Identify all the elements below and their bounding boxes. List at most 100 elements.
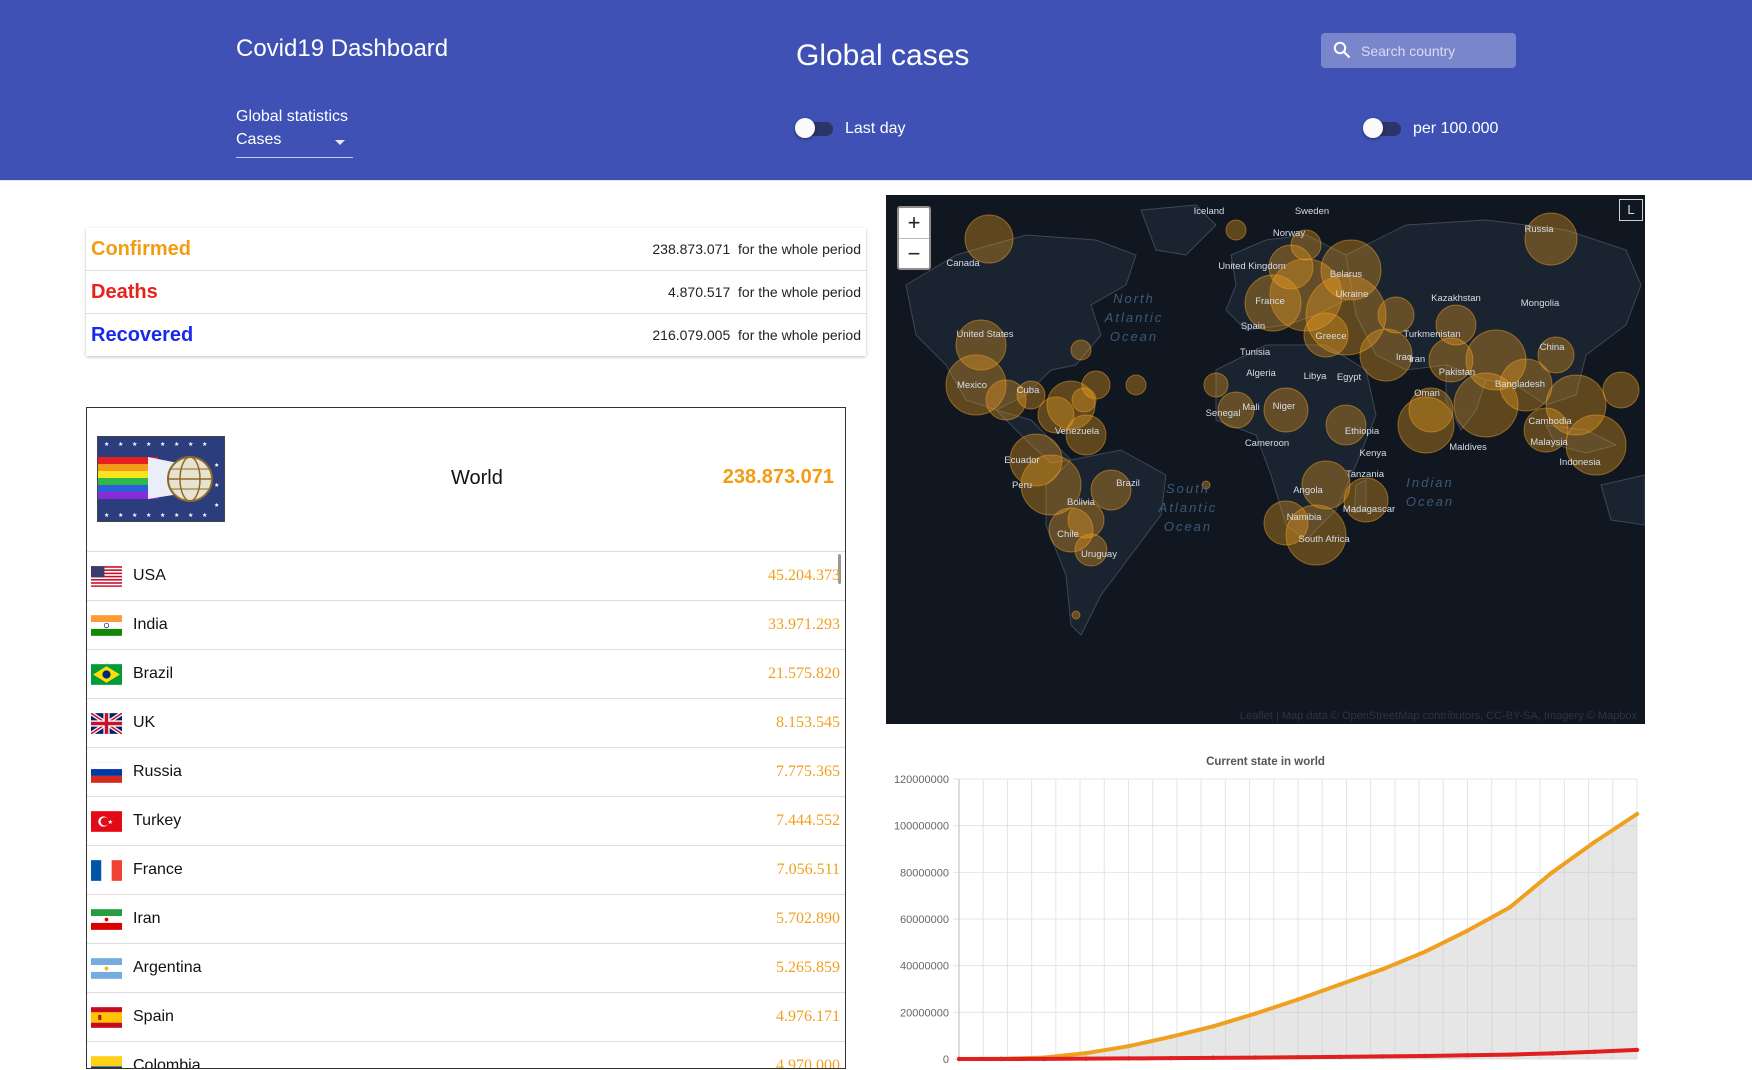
country-row-india[interactable]: India 33.971.293: [87, 601, 845, 650]
india-flag-icon: [91, 615, 122, 636]
per-100k-toggle[interactable]: [1363, 117, 1403, 139]
case-bubble[interactable]: [1343, 477, 1389, 523]
map-country-label: Russia: [1524, 224, 1554, 235]
svg-text:★: ★: [188, 512, 193, 519]
turkey-flag-icon: ★: [91, 811, 122, 832]
chart-canvas: Current state in world 0 20000000 40000000 6…: [894, 756, 1640, 1066]
app-header: Covid19 Dashboard Global cases Search co…: [0, 0, 1752, 181]
country-row-uk[interactable]: UK 8.153.545: [87, 699, 845, 748]
map-ocean-label: North Atlantic Ocean: [1104, 291, 1164, 344]
country-name: India: [133, 616, 168, 633]
summary-deaths: Deaths 4.870.517 for the whole period: [86, 271, 866, 314]
country-name: Argentina: [133, 959, 202, 976]
country-row-iran[interactable]: Iran 5.702.890: [87, 895, 845, 944]
chevron-down-icon: [335, 140, 345, 145]
country-value: 7.444.552: [776, 812, 840, 829]
svg-text:★: ★: [214, 502, 219, 509]
case-bubble[interactable]: [1090, 469, 1132, 511]
map-country-label: Kazakhstan: [1431, 293, 1481, 304]
per-100k-label: per 100.000: [1413, 120, 1499, 137]
case-bubble[interactable]: [1225, 219, 1247, 241]
argentina-flag-icon: [91, 958, 122, 979]
country-list-panel: ★ ★ ★ ★ ★ ★ ★ ★ ★ ★ ★ ★ ★ ★ ★ ★ ★ ★ ★ World 238.873.071 …: [86, 407, 846, 1069]
country-name: Colombia: [133, 1057, 201, 1069]
last-day-toggle[interactable]: [795, 117, 835, 139]
map-country-label: Bangladesh: [1495, 379, 1545, 390]
country-row-spain[interactable]: Spain 4.976.171: [87, 993, 845, 1042]
case-bubble[interactable]: [1602, 371, 1640, 409]
svg-text:★: ★: [174, 441, 179, 448]
country-name: France: [133, 861, 183, 878]
stat-select[interactable]: Cases: [236, 131, 353, 158]
map-attribution[interactable]: Leaflet | Map data © OpenStreetMap contr…: [1240, 710, 1637, 722]
map-country-label: Tunisia: [1240, 347, 1271, 358]
chart-y-tick: 120000000: [894, 774, 949, 786]
case-bubble[interactable]: [1071, 387, 1097, 413]
map-country-label: Mongolia: [1521, 298, 1560, 309]
map-country-label: Namibia: [1287, 512, 1323, 523]
country-row-brazil[interactable]: Brazil 21.575.820: [87, 650, 845, 699]
country-value: 7.775.365: [776, 763, 840, 780]
case-bubble[interactable]: [964, 214, 1014, 264]
map-country-label: Ukraine: [1336, 289, 1369, 300]
chart-point: [1422, 1053, 1428, 1059]
country-value: 4.976.171: [776, 1008, 840, 1025]
map-country-label: Peru: [1012, 480, 1032, 491]
case-bubble[interactable]: [1071, 610, 1081, 620]
map-country-label: Mali: [1242, 402, 1259, 413]
map-country-label: Spain: [1241, 321, 1265, 332]
chart-y-tick: 40000000: [900, 961, 949, 973]
svg-text:★: ★: [132, 441, 137, 448]
spain-flag-icon: [91, 1007, 122, 1028]
case-bubble[interactable]: [1325, 404, 1367, 446]
svg-text:★: ★: [146, 441, 151, 448]
map-country-label: Cuba: [1017, 385, 1040, 396]
country-row-argentina[interactable]: Argentina 5.265.859: [87, 944, 845, 993]
chart-y-tick: 100000000: [894, 821, 949, 833]
map-country-label: Algeria: [1246, 368, 1276, 379]
zoom-in-button[interactable]: +: [899, 208, 929, 239]
search-input[interactable]: Search country: [1321, 33, 1516, 68]
map-country-label: Iran: [1409, 354, 1425, 365]
chart-point: [1253, 1011, 1258, 1016]
country-value: 8.153.545: [776, 714, 840, 731]
map-country-label: Cambodia: [1528, 416, 1572, 427]
summary-suffix: for the whole period: [738, 241, 861, 257]
country-row-france[interactable]: France 7.056.511: [87, 846, 845, 895]
case-bubble[interactable]: [1070, 339, 1092, 361]
country-row-turkey[interactable]: ★ Turkey 7.444.552: [87, 797, 845, 846]
svg-text:★: ★: [160, 441, 165, 448]
country-name: Turkey: [133, 812, 182, 829]
zoom-out-button[interactable]: −: [899, 239, 929, 269]
map-country-label: Ecuador: [1004, 455, 1039, 466]
last-day-label: Last day: [845, 120, 906, 137]
country-value: 4.970.000: [776, 1057, 840, 1069]
map-country-label: France: [1255, 296, 1285, 307]
map-country-label: Bolivia: [1067, 497, 1096, 508]
map-canvas: Iceland Sweden Norway Russia Canada United Ki…: [905, 204, 1645, 636]
country-row-russia[interactable]: Russia 7.775.365: [87, 748, 845, 797]
world-value: 238.873.071: [722, 466, 834, 488]
chart-point: [1507, 1052, 1513, 1057]
map-country-label: United Kingdom: [1218, 261, 1286, 272]
chart-point: [1592, 839, 1597, 845]
world-row[interactable]: ★ ★ ★ ★ ★ ★ ★ ★ ★ ★ ★ ★ ★ ★ ★ ★ ★ ★ ★ World 238.873.071: [87, 408, 845, 552]
map-country-label: United States: [956, 329, 1013, 340]
chart-point: [1550, 870, 1555, 875]
chart-point: [1211, 1024, 1216, 1029]
page-title: Global cases: [796, 39, 970, 72]
svg-text:★: ★: [188, 441, 193, 448]
case-bubble[interactable]: [1125, 374, 1147, 396]
layers-icon[interactable]: L: [1619, 199, 1643, 221]
case-bubble[interactable]: [1203, 372, 1229, 398]
case-bubble[interactable]: [1377, 296, 1415, 334]
map-country-label: Kenya: [1360, 448, 1388, 459]
case-bubble[interactable]: [1524, 212, 1578, 266]
country-row-colombia[interactable]: Colombia 4.970.000: [87, 1042, 845, 1069]
world-map[interactable]: Iceland Sweden Norway Russia Canada United Ki…: [886, 195, 1645, 724]
country-row-usa[interactable]: USA 45.204.373: [87, 552, 845, 601]
chart-point: [999, 1056, 1004, 1062]
chart-point: [1592, 1049, 1597, 1054]
summary-confirmed: Confirmed 238.873.071 for the whole peri…: [86, 228, 866, 271]
map-country-label: Greece: [1315, 331, 1346, 342]
